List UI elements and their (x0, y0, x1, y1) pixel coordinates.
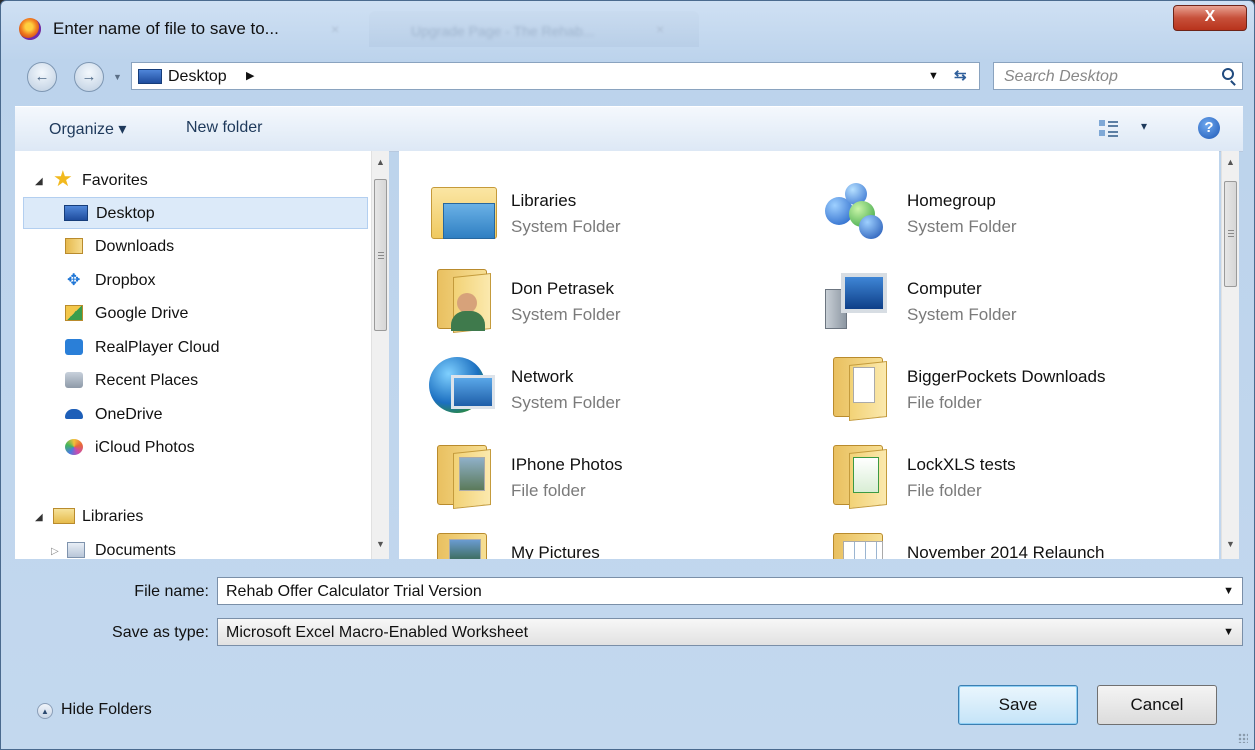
file-list-scrollbar[interactable]: ▲ ▼ (1221, 151, 1239, 559)
libraries-icon (53, 508, 75, 524)
change-view-icon[interactable] (1099, 117, 1121, 139)
google-drive-icon (65, 305, 83, 321)
sidebar-item-downloads[interactable]: Downloads (23, 231, 368, 263)
help-icon[interactable]: ? (1198, 117, 1220, 139)
search-placeholder: Search Desktop (1004, 68, 1118, 85)
network-icon (429, 353, 497, 421)
recent-locations-dropdown[interactable]: ▼ (113, 72, 122, 82)
organize-button[interactable]: Organize ▾ (49, 119, 126, 139)
file-list: Libraries System Folder Don Petrasek Sys… (399, 151, 1219, 559)
pictures-folder-icon (429, 529, 497, 559)
save-button[interactable]: Save (958, 685, 1078, 725)
address-dropdown[interactable]: ▼ (928, 70, 939, 82)
background-tab-label: Upgrade Page - The Rehab... (411, 23, 595, 39)
list-item[interactable]: My Pictures (429, 515, 789, 559)
new-folder-button[interactable]: New folder (186, 119, 262, 137)
realplayer-cloud-icon (65, 339, 83, 355)
navigation-pane: ◢ ★ Favorites Desktop Downloads ✥ Dropbo… (15, 151, 371, 559)
list-item[interactable]: Homegroup System Folder (825, 163, 1205, 247)
libraries-folder-icon (429, 177, 497, 245)
save-type-dropdown-icon[interactable]: ▼ (1223, 626, 1234, 638)
photo-folder-icon (429, 441, 497, 509)
computer-icon (825, 265, 893, 333)
search-input[interactable]: Search Desktop (993, 62, 1243, 90)
dropbox-icon: ✥ (67, 272, 81, 289)
sidebar-item-google-drive[interactable]: Google Drive (23, 298, 368, 330)
resize-grip-icon[interactable] (1238, 733, 1248, 743)
scrollbar-thumb[interactable] (1224, 181, 1237, 287)
dialog-title: Enter name of file to save to... (53, 19, 279, 38)
search-icon[interactable] (1222, 68, 1234, 80)
save-type-value: Microsoft Excel Macro-Enabled Worksheet (226, 624, 529, 641)
list-item[interactable]: November 2014 Relaunch (825, 515, 1205, 559)
downloads-icon (65, 238, 83, 254)
navigation-pane-scrollbar[interactable]: ▲ ▼ (371, 151, 389, 559)
user-folder-icon (429, 265, 497, 333)
list-item[interactable]: LockXLS tests File folder (825, 427, 1205, 511)
sidebar-item-onedrive[interactable]: OneDrive (23, 399, 368, 431)
list-item[interactable]: BiggerPockets Downloads File folder (825, 339, 1205, 423)
sidebar-item-icloud-photos[interactable]: iCloud Photos (23, 432, 368, 464)
forward-button[interactable]: → (74, 62, 104, 92)
hide-folders-label: Hide Folders (61, 701, 152, 718)
list-item[interactable]: Network System Folder (429, 339, 789, 423)
file-name-dropdown-icon[interactable]: ▼ (1223, 585, 1234, 597)
sidebar-item-desktop[interactable]: Desktop (23, 197, 368, 229)
spreadsheet-folder-icon (825, 529, 893, 559)
breadcrumb-desktop[interactable]: Desktop (168, 68, 227, 86)
expand-arrow-icon[interactable]: ◢ (35, 512, 43, 523)
list-item[interactable]: IPhone Photos File folder (429, 427, 789, 511)
scroll-up-arrow-icon[interactable]: ▲ (376, 157, 385, 167)
scroll-down-arrow-icon[interactable]: ▼ (1226, 539, 1235, 549)
save-type-label: Save as type: (112, 624, 209, 641)
sidebar-item-recent-places[interactable]: Recent Places (23, 365, 368, 397)
desktop-icon (64, 205, 88, 221)
collapse-up-icon: ▲ (37, 703, 53, 719)
file-name-label: File name: (134, 583, 209, 600)
file-name-value: Rehab Offer Calculator Trial Version (226, 583, 482, 600)
tab-close-icon[interactable]: × (331, 21, 339, 37)
folder-icon (825, 353, 893, 421)
save-type-select[interactable]: Microsoft Excel Macro-Enabled Worksheet … (217, 618, 1243, 646)
firefox-icon (19, 18, 41, 40)
homegroup-icon (825, 177, 893, 245)
background-tab-close-icon[interactable]: × (656, 21, 664, 37)
documents-icon (67, 542, 85, 558)
refresh-icon[interactable]: ⇆ (954, 66, 967, 84)
sidebar-section-libraries[interactable]: ◢ Libraries (15, 501, 355, 533)
list-item[interactable]: Don Petrasek System Folder (429, 251, 789, 335)
star-icon: ★ (53, 166, 73, 191)
scrollbar-thumb[interactable] (374, 179, 387, 331)
collapse-arrow-icon[interactable]: ▷ (51, 546, 59, 557)
address-bar[interactable]: Desktop ▶ ▼ ⇆ (131, 62, 980, 90)
list-item[interactable]: Computer System Folder (825, 251, 1205, 335)
view-menu-chevron-icon[interactable]: ▾ (1141, 119, 1147, 133)
scroll-down-arrow-icon[interactable]: ▼ (376, 539, 385, 549)
cancel-button[interactable]: Cancel (1097, 685, 1217, 725)
recent-places-icon (65, 372, 83, 388)
title-bar: Enter name of file to save to... × Upgra… (1, 1, 1254, 49)
sidebar-item-documents[interactable]: ▷ Documents (23, 535, 368, 559)
icloud-photos-icon (65, 439, 83, 455)
scroll-up-arrow-icon[interactable]: ▲ (1226, 157, 1235, 167)
sidebar-section-favorites[interactable]: ◢ ★ Favorites (15, 165, 355, 197)
command-toolbar: Organize ▾ New folder ▾ ? (15, 106, 1243, 152)
save-file-dialog: Enter name of file to save to... × Upgra… (0, 0, 1255, 750)
sidebar-item-realplayer-cloud[interactable]: RealPlayer Cloud (23, 332, 368, 364)
back-button[interactable]: ← (27, 62, 57, 92)
file-name-input[interactable]: Rehab Offer Calculator Trial Version ▼ (217, 577, 1243, 605)
list-item[interactable]: Libraries System Folder (429, 163, 789, 247)
close-button[interactable]: X (1173, 5, 1247, 31)
breadcrumb-chevron-icon[interactable]: ▶ (246, 69, 254, 82)
onedrive-icon (65, 409, 83, 419)
expand-arrow-icon[interactable]: ◢ (35, 176, 43, 187)
folder-icon (825, 441, 893, 509)
sidebar-item-dropbox[interactable]: ✥ Dropbox (23, 265, 368, 297)
desktop-icon (138, 69, 162, 84)
